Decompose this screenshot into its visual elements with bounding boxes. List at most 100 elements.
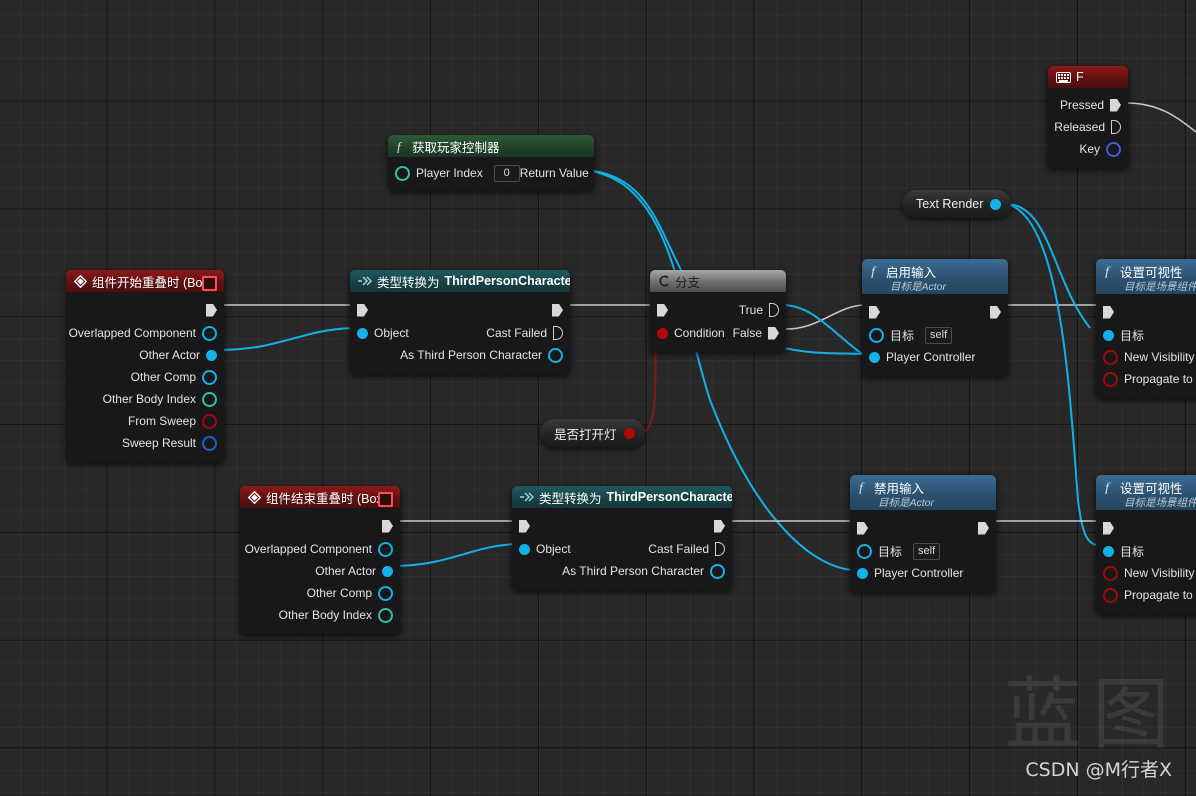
pin-pressed[interactable]: Pressed [1048,94,1128,116]
node-cast-to-thirdpersoncharacter-top[interactable]: 类型转换为 ThirdPersonCharacter Object Cast F… [350,270,570,374]
node-title: 设置可视性 [1120,481,1183,496]
node-header: f 启用输入 目标是Actor [862,259,1008,294]
node-title: 获取玩家控制器 [412,140,500,155]
pin-exec-out[interactable] [66,298,224,322]
int-pin-icon [202,391,217,407]
player-index-value-field[interactable]: 0 [493,164,520,182]
pin-sweep-result[interactable]: Sweep Result [66,432,224,454]
pin-exec-out[interactable] [240,514,400,538]
node-set-visibility-top[interactable]: f 设置可视性 目标是场景组件 目标 New Visibility Propag [1096,259,1196,398]
watermark-credit: CSDN @M行者X [1025,759,1172,781]
node-header: f 设置可视性 目标是场景组件 [1096,259,1196,294]
node-title: F [1076,70,1084,84]
pin-other-body-index[interactable]: Other Body Index [66,388,224,410]
pin-other-actor[interactable]: Other Actor [240,560,400,582]
pin-propagate-to-children[interactable]: Propagate to C [1096,368,1196,390]
pin-row-object-castfailed[interactable]: Object Cast Failed [512,538,732,560]
event-delegate-marker[interactable] [202,276,217,291]
object-pin-icon [378,541,393,557]
node-variable-get-light-bool[interactable]: 是否打开灯 [540,419,645,447]
watermark-logo: 蓝图 [1003,669,1180,760]
bool-pin-icon [1103,565,1118,581]
pin-as-third-person-character[interactable]: As Third Person Character [512,560,732,582]
exec-pin-icon [1111,120,1121,134]
pin-target[interactable]: 目标 self [850,540,996,562]
node-body: Overlapped Component Other Actor Other C… [240,508,400,634]
variable-label: 是否打开灯 [554,427,617,442]
object-pin-icon [1103,329,1114,341]
node-title: 分支 [675,275,701,290]
exec-pin-icon [206,303,217,317]
node-disable-input[interactable]: f 禁用输入 目标是Actor 目标 self Player Controlle… [850,475,996,592]
object-pin-icon [1103,545,1114,557]
pin-overlapped-component[interactable]: Overlapped Component [240,538,400,560]
node-title-prefix: 类型转换为 [377,275,440,290]
node-set-visibility-bottom[interactable]: f 设置可视性 目标是场景组件 目标 New Visibility Propag… [1096,475,1196,614]
pin-released[interactable]: Released [1048,116,1128,138]
pin-row-player-index[interactable]: Player Index 0 Return Value [388,162,594,184]
node-cast-to-thirdpersoncharacter-bottom[interactable]: 类型转换为 ThirdPersonCharacter Object Cast F… [512,486,732,590]
pin-row-condition-false[interactable]: Condition False [650,322,786,344]
bool-pin-icon [1103,349,1118,365]
node-component-begin-overlap[interactable]: 组件开始重叠时 (Box) Overlapped Component Other… [66,270,224,462]
node-header: f 设置可视性 目标是场景组件 [1096,475,1196,510]
node-title-class: ThirdPersonCharacter [444,274,570,288]
node-body: Pressed Released Key [1048,88,1128,168]
node-title: 组件结束重叠时 (Box) [266,491,387,506]
node-variable-get-text-render[interactable]: Text Render [902,190,1012,218]
pin-other-body-index[interactable]: Other Body Index [240,604,400,626]
node-subtitle: 目标是Actor [878,496,935,509]
exec-pin-icon [553,326,563,340]
pin-target[interactable]: 目标 self [862,324,1008,346]
bool-pin-icon [623,427,635,439]
pin-new-visibility[interactable]: New Visibility [1096,346,1196,368]
pin-row-exec[interactable] [1096,516,1196,540]
pin-row-object-castfailed[interactable]: Object Cast Failed [350,322,570,344]
exec-pin-icon [1103,521,1114,535]
exec-pin-icon [768,326,779,340]
object-pin-icon [357,327,368,339]
pin-overlapped-component[interactable]: Overlapped Component [66,322,224,344]
node-component-end-overlap[interactable]: 组件结束重叠时 (Box) Overlapped Component Other… [240,486,400,634]
pin-key[interactable]: Key [1048,138,1128,160]
pin-target[interactable]: 目标 [1096,324,1196,346]
pin-from-sweep[interactable]: From Sweep [66,410,224,432]
pin-target[interactable]: 目标 [1096,540,1196,562]
pin-player-controller[interactable]: Player Controller [862,346,1008,368]
node-branch[interactable]: 分支 True Condition False [650,270,786,352]
svg-text:f: f [397,140,403,153]
pin-new-visibility[interactable]: New Visibility [1096,562,1196,584]
exec-pin-icon [382,519,393,533]
pin-player-controller[interactable]: Player Controller [850,562,996,584]
pin-other-comp[interactable]: Other Comp [240,582,400,604]
node-enable-input[interactable]: f 启用输入 目标是Actor 目标 self Player Controlle… [862,259,1008,376]
node-subtitle: 目标是Actor [890,280,947,293]
pin-row-exec-true[interactable]: True [650,298,786,322]
pin-row-exec[interactable] [350,298,570,322]
node-get-player-controller[interactable]: f 获取玩家控制器 Player Index 0 Return Value [388,135,594,190]
target-self-value[interactable]: self [925,326,953,344]
pin-as-third-person-character[interactable]: As Third Person Character [350,344,570,366]
pin-row-exec[interactable] [862,300,1008,324]
object-pin-icon [206,349,217,361]
bool-pin-icon [657,327,668,339]
blueprint-graph-canvas[interactable]: 组件开始重叠时 (Box) Overlapped Component Other… [0,0,1196,796]
pin-row-exec[interactable] [1096,300,1196,324]
object-pin-icon [857,543,872,559]
node-input-key-f-event[interactable]: F Pressed Released Key [1048,66,1128,168]
function-f-icon: f [870,264,881,278]
pin-row-exec[interactable] [512,514,732,538]
cast-arrows-icon [520,492,534,502]
pin-other-actor[interactable]: Other Actor [66,344,224,366]
pin-row-exec[interactable] [850,516,996,540]
node-header: 类型转换为 ThirdPersonCharacter [350,270,570,292]
pin-propagate-to-children[interactable]: Propagate to Chi [1096,584,1196,606]
int-pin-icon [395,165,410,181]
function-f-icon: f [1104,264,1115,278]
exec-pin-icon [714,519,725,533]
node-body: 目标 New Visibility Propagate to Chi [1096,510,1196,614]
pin-other-comp[interactable]: Other Comp [66,366,224,388]
event-delegate-marker[interactable] [378,492,393,507]
target-self-value[interactable]: self [913,542,941,560]
bool-pin-icon [202,413,217,429]
